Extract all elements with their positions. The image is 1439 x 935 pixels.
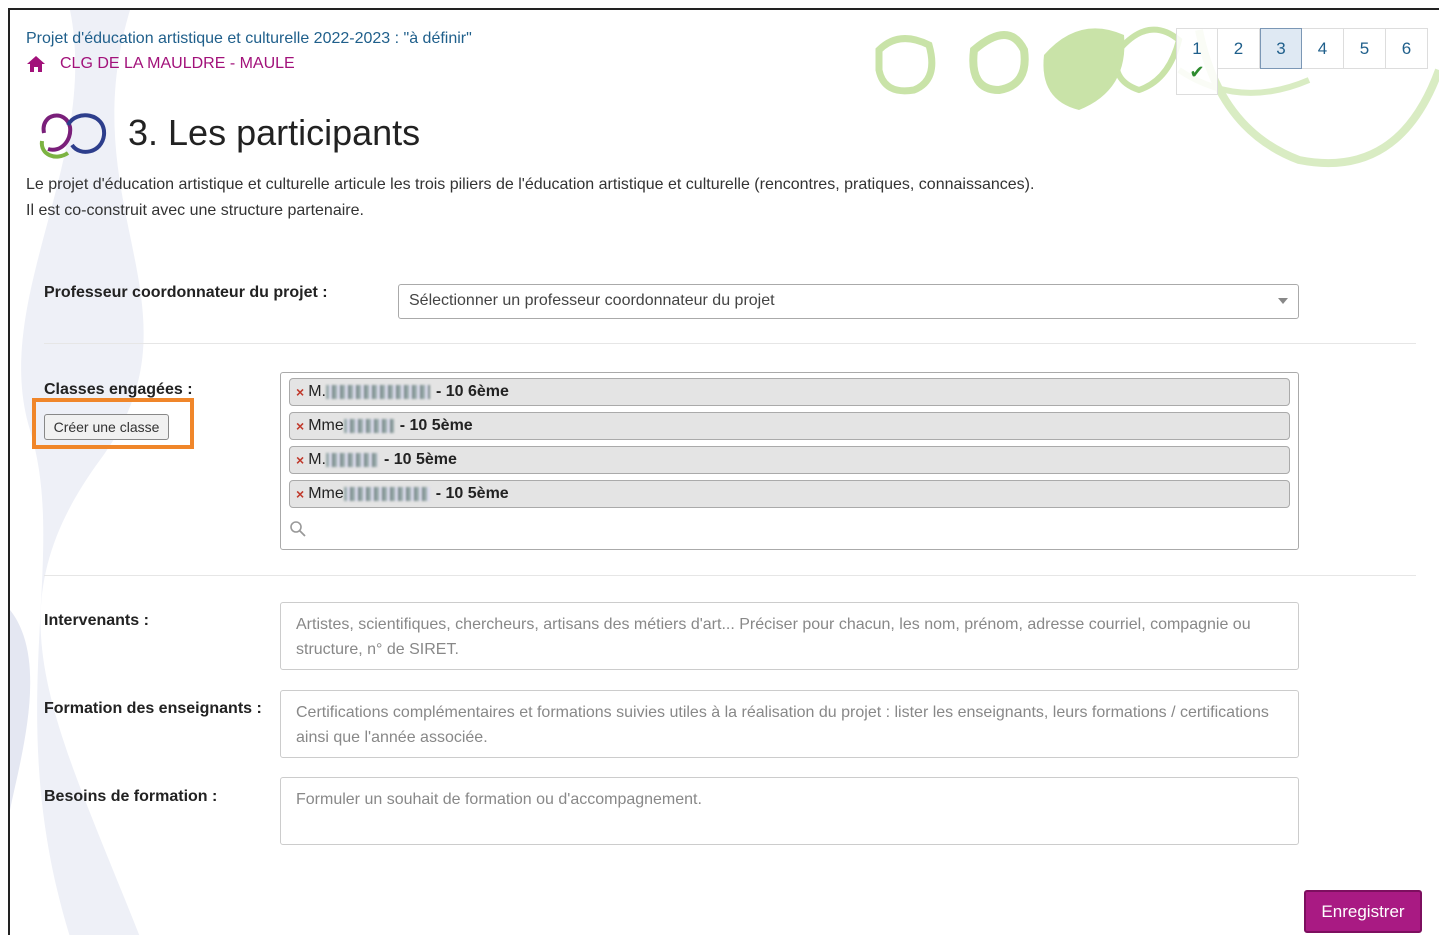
redacted-name	[343, 487, 430, 501]
besoins-label: Besoins de formation :	[44, 788, 218, 805]
remove-icon[interactable]: ×	[296, 418, 304, 434]
classes-multiselect[interactable]: × M. - 10 6ème × Mme - 10 5ème × M. - 10…	[280, 372, 1299, 550]
step-label: 3	[1276, 39, 1286, 58]
redacted-name	[343, 419, 394, 433]
formation-textarea[interactable]: Certifications complémentaires et format…	[280, 690, 1299, 758]
remove-icon[interactable]: ×	[296, 384, 304, 400]
step-label: 6	[1401, 39, 1412, 58]
class-name: - 10 5ème	[383, 451, 457, 468]
intro-line-1: Le projet d'éducation artistique et cult…	[26, 176, 1035, 193]
class-name: - 10 6ème	[435, 383, 509, 400]
divider	[44, 343, 1416, 344]
class-chip: × M. - 10 5ème	[289, 446, 1290, 474]
step-label: 4	[1317, 39, 1328, 58]
app-frame: Projet d'éducation artistique et culture…	[8, 8, 1439, 935]
step-label: 2	[1233, 39, 1244, 58]
class-chip: × Mme - 10 5ème	[289, 480, 1290, 508]
redacted-name	[325, 385, 430, 399]
intervenants-label: Intervenants :	[44, 612, 149, 629]
coordinator-placeholder: Sélectionner un professeur coordonnateur…	[409, 292, 775, 309]
home-icon	[27, 56, 45, 72]
teacher-name: Mme	[308, 417, 344, 434]
chevron-down-icon	[1278, 298, 1288, 304]
step-6[interactable]: 6	[1386, 28, 1428, 69]
class-chip: × Mme - 10 5ème	[289, 412, 1290, 440]
school-name: CLG DE LA MAULDRE - MAULE	[60, 55, 295, 72]
class-name: - 10 5ème	[399, 417, 473, 434]
coordinator-label: Professeur coordonnateur du projet :	[44, 284, 328, 301]
step-label: 5	[1359, 39, 1370, 58]
step-4[interactable]: 4	[1302, 28, 1344, 69]
teacher-name: Mme	[308, 485, 344, 502]
create-class-button[interactable]: Créer une classe	[44, 414, 169, 440]
coordinator-select[interactable]: Sélectionner un professeur coordonnateur…	[398, 284, 1299, 319]
save-button[interactable]: Enregistrer	[1304, 890, 1422, 933]
intro-text: Le projet d'éducation artistique et cult…	[26, 172, 1034, 224]
page-title: 3. Les participants	[128, 112, 421, 153]
step-1[interactable]: 1 ✔	[1176, 28, 1218, 95]
remove-icon[interactable]: ×	[296, 452, 304, 468]
school-link[interactable]: CLG DE LA MAULDRE - MAULE	[26, 55, 295, 73]
redacted-name	[325, 453, 378, 467]
besoins-textarea[interactable]: Formuler un souhait de formation ou d'ac…	[280, 777, 1299, 845]
search-icon	[290, 521, 306, 537]
step-5[interactable]: 5	[1344, 28, 1386, 69]
step-navigation: 1 ✔ 2 3 4 5 6	[1176, 28, 1428, 95]
remove-icon[interactable]: ×	[296, 486, 304, 502]
teacher-name: M.	[308, 451, 326, 468]
intervenants-textarea[interactable]: Artistes, scientifiques, chercheurs, art…	[280, 602, 1299, 670]
teacher-name: M.	[308, 383, 326, 400]
class-chip: × M. - 10 6ème	[289, 378, 1290, 406]
check-icon: ✔	[1189, 62, 1205, 82]
divider	[44, 575, 1416, 576]
page-header: 3. Les participants	[34, 105, 420, 161]
classes-label: Classes engagées :	[44, 381, 193, 398]
step-2[interactable]: 2	[1218, 28, 1260, 69]
class-name: - 10 5ème	[435, 485, 509, 502]
step-label: 1	[1192, 39, 1202, 58]
participants-logo-icon	[39, 113, 107, 159]
step-3[interactable]: 3	[1260, 28, 1302, 69]
intro-line-2: Il est co-construit avec une structure p…	[26, 202, 364, 219]
formation-label: Formation des enseignants :	[44, 700, 262, 717]
project-title[interactable]: Projet d'éducation artistique et culture…	[26, 30, 472, 48]
